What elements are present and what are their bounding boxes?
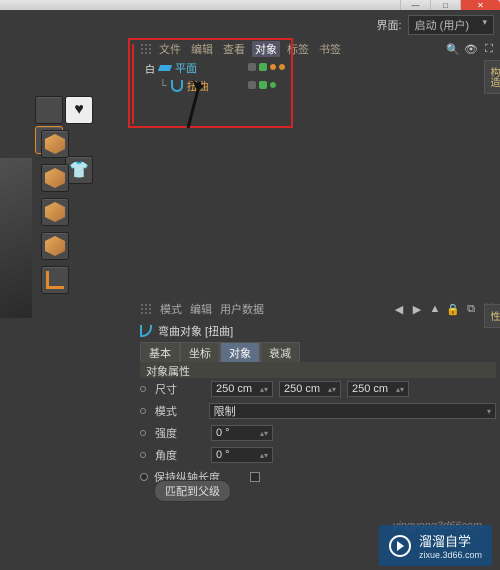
- size-z-input[interactable]: 250 cm▴▾: [347, 381, 409, 397]
- anim-dot-icon[interactable]: [140, 408, 146, 414]
- attr-menu-edit[interactable]: 编辑: [190, 301, 212, 317]
- layout-label: 界面:: [377, 17, 402, 33]
- mode-toolbar: [41, 130, 69, 294]
- prop-angle-label: 角度: [155, 447, 205, 463]
- spinner-icon[interactable]: ▴▾: [260, 429, 268, 438]
- prop-size-row: 尺寸 250 cm▴▾ 250 cm▴▾ 250 cm▴▾: [140, 380, 496, 398]
- size-y-input[interactable]: 250 cm▴▾: [279, 381, 341, 397]
- keep-checkbox[interactable]: [250, 472, 260, 482]
- chevron-down-icon: ▾: [487, 407, 491, 416]
- nav-fwd-icon[interactable]: ▶: [410, 303, 424, 316]
- edge-mode-button[interactable]: [41, 232, 69, 260]
- right-tab-attributes[interactable]: 属性: [484, 304, 500, 328]
- anim-dot-icon[interactable]: [140, 430, 146, 436]
- watermark-suburl: zixue.3d66.com: [419, 550, 482, 560]
- spinner-icon[interactable]: ▴▾: [328, 385, 336, 394]
- bend-icon: [140, 325, 152, 337]
- size-x-input[interactable]: 250 cm▴▾: [211, 381, 273, 397]
- fit-to-parent-button[interactable]: 匹配到父级: [154, 480, 231, 502]
- new-window-icon[interactable]: ⧉: [464, 303, 478, 316]
- layout-row: 界面: 启动 (用户): [0, 16, 500, 34]
- tshirt-icon: 👕: [69, 160, 89, 180]
- right-tab-construct[interactable]: 构造: [484, 60, 500, 94]
- anim-dot-icon[interactable]: [140, 473, 148, 481]
- watermark-brand: 溜溜自学: [419, 534, 471, 549]
- minimize-button[interactable]: —: [400, 0, 430, 10]
- tshirt-button[interactable]: 👕: [65, 156, 93, 184]
- mode-dropdown[interactable]: 限制▾: [209, 403, 496, 419]
- attribute-manager-menubar: 模式 编辑 用户数据 ◀ ▶ ▲ 🔒 ⧉ ⛶: [140, 300, 496, 318]
- heart-icon: ♥: [74, 101, 84, 119]
- nav-up-icon[interactable]: ▲: [428, 303, 442, 316]
- tab-falloff[interactable]: 衰减: [260, 342, 300, 364]
- nav-back-icon[interactable]: ◀: [392, 303, 406, 316]
- spinner-icon[interactable]: ▴▾: [260, 385, 268, 394]
- spinner-icon[interactable]: ▴▾: [260, 451, 268, 460]
- prop-size-label: 尺寸: [155, 381, 205, 397]
- prop-strength-label: 强度: [155, 425, 205, 441]
- properties-panel: 尺寸 250 cm▴▾ 250 cm▴▾ 250 cm▴▾ 模式 限制▾ 强度 …: [140, 380, 496, 486]
- prop-mode-row: 模式 限制▾: [140, 402, 496, 420]
- tab-object[interactable]: 对象: [220, 342, 260, 364]
- attribute-title-row: 弯曲对象 [扭曲]: [140, 322, 496, 340]
- lock-icon[interactable]: 🔒: [446, 303, 460, 316]
- anim-dot-icon[interactable]: [140, 452, 146, 458]
- eye-icon[interactable]: 👁: [464, 42, 478, 56]
- section-header: 对象属性: [140, 362, 496, 378]
- watermark-badge: 溜溜自学 zixue.3d66.com: [379, 525, 492, 566]
- window-titlebar: — □ ✕: [0, 0, 500, 10]
- asset-swatch-button[interactable]: [35, 96, 63, 124]
- point-mode-button[interactable]: [41, 198, 69, 226]
- object-mode-button[interactable]: [41, 164, 69, 192]
- search-icon[interactable]: 🔍: [446, 42, 460, 56]
- heart-button[interactable]: ♥: [65, 96, 93, 124]
- prop-mode-label: 模式: [155, 403, 203, 419]
- cube-icon: [43, 132, 67, 156]
- prop-angle-row: 角度 0 °▴▾: [140, 446, 496, 464]
- cube-icon: [43, 234, 67, 258]
- menu-bookmarks[interactable]: 书签: [316, 41, 344, 57]
- attr-menu-userdata[interactable]: 用户数据: [220, 301, 264, 317]
- attr-menu-mode[interactable]: 模式: [160, 301, 182, 317]
- attribute-tabs: 基本 坐标 对象 衰减: [140, 342, 300, 364]
- tab-basic[interactable]: 基本: [140, 342, 180, 364]
- prop-strength-row: 强度 0 °▴▾: [140, 424, 496, 442]
- viewport-corner: [0, 158, 32, 318]
- right-dock-tabs: 构造 属性: [484, 60, 500, 98]
- axis-button[interactable]: [41, 266, 69, 294]
- play-icon: [389, 535, 411, 557]
- spinner-icon[interactable]: ▴▾: [396, 385, 404, 394]
- anim-dot-icon[interactable]: [140, 386, 146, 392]
- strength-input[interactable]: 0 °▴▾: [211, 425, 273, 441]
- maximize-button[interactable]: □: [430, 0, 460, 10]
- grip-icon: [140, 303, 152, 315]
- model-mode-button[interactable]: [41, 130, 69, 158]
- annotation-arrow-icon: [172, 80, 212, 150]
- close-button[interactable]: ✕: [460, 0, 500, 10]
- cube-icon: [43, 200, 67, 224]
- axis-icon: [46, 271, 64, 289]
- attribute-title: 弯曲对象 [扭曲]: [158, 323, 233, 339]
- expand-icon[interactable]: ⛶: [482, 42, 496, 56]
- cube-icon: [43, 166, 67, 190]
- layout-dropdown[interactable]: 启动 (用户): [408, 15, 494, 35]
- angle-input[interactable]: 0 °▴▾: [211, 447, 273, 463]
- tab-coord[interactable]: 坐标: [180, 342, 220, 364]
